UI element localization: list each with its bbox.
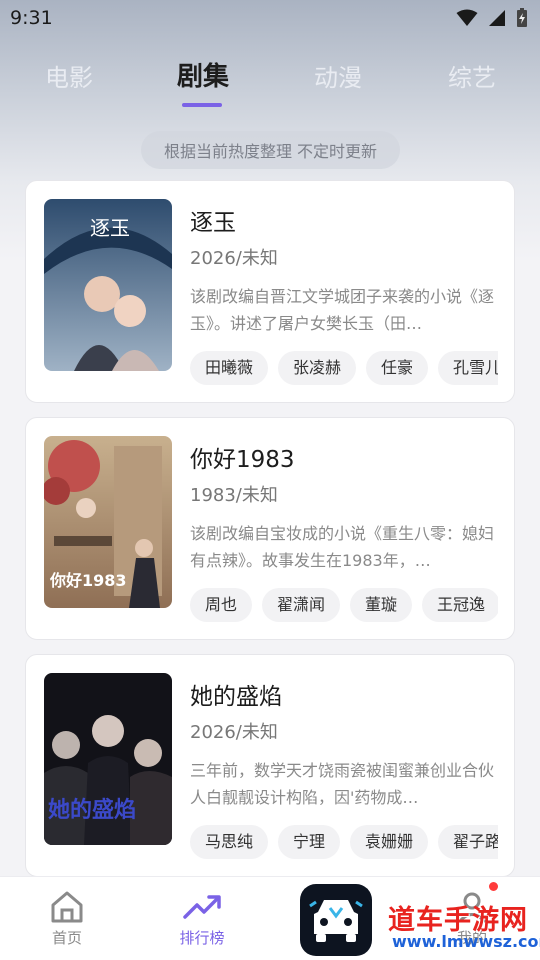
status-time: 9:31 [10, 7, 53, 29]
card-year: 2026/未知 [190, 248, 278, 269]
cast-tag[interactable]: 孔雪儿 [438, 351, 498, 385]
card-description: 该剧改编自晋江文学城团子来袭的小说《逐玉》。讲述了屠户女樊长玉（田… [190, 287, 495, 333]
poster-title: 你好1983 [49, 571, 127, 590]
app-logo [300, 884, 372, 956]
drama-card[interactable]: 她的盛焰 她的盛焰 2026/未知 三年前，数学天才饶雨瓷被闺蜜兼创业合伙人白靓… [25, 654, 515, 877]
cast-tags: 田曦薇 张凌赫 任豪 孔雪儿 [190, 351, 498, 387]
watermark-url: www.lmwwsz.com [392, 932, 540, 951]
card-year: 1983/未知 [190, 485, 278, 506]
nav-home[interactable]: 首页 [27, 889, 107, 948]
cast-tag[interactable]: 马思纯 [190, 825, 269, 859]
card-description: 三年前，数学天才饶雨瓷被闺蜜兼创业合伙人白靓靓设计构陷，因'药物成… [190, 761, 495, 807]
tab-variety[interactable]: 综艺 [448, 58, 496, 93]
trending-icon [183, 895, 221, 919]
drama-card[interactable]: 逐玉 逐玉 2026/未知 该剧改编自晋江文学城团子来袭的小说《逐玉》。讲述了屠… [25, 180, 515, 403]
car-icon [309, 900, 363, 942]
poster-image: 她的盛焰 [44, 673, 172, 845]
cast-tag[interactable]: 袁姗姗 [350, 825, 429, 859]
tab-movies[interactable]: 电影 [45, 58, 93, 93]
ranking-note: 根据当前热度整理 不定时更新 [141, 131, 400, 169]
nav-ranking-label: 排行榜 [179, 929, 225, 947]
nav-home-label: 首页 [51, 929, 82, 947]
poster-image: 逐玉 [44, 199, 172, 371]
battery-charging-icon [517, 8, 527, 27]
card-title: 她的盛焰 [190, 684, 282, 710]
nav-ranking[interactable]: 排行榜 [162, 889, 242, 948]
watermark: 道车手游网 www.lmwwsz.com [388, 898, 540, 956]
cast-tag[interactable]: 田曦薇 [190, 351, 269, 385]
home-icon [51, 891, 83, 923]
active-tab-indicator [182, 103, 222, 107]
card-title: 逐玉 [190, 210, 236, 236]
cast-tag[interactable]: 王冠逸 [422, 588, 498, 622]
card-description: 该剧改编自宝妆成的小说《重生八零：媳妇有点辣》。故事发生在1983年，… [190, 524, 495, 570]
cast-tag[interactable]: 周也 [190, 588, 253, 622]
status-bar: 9:31 [0, 0, 540, 36]
cast-tag[interactable]: 任豪 [366, 351, 429, 385]
wifi-icon [456, 9, 478, 26]
cast-tag[interactable]: 翟潇闻 [262, 588, 341, 622]
cast-tag[interactable]: 张凌赫 [278, 351, 357, 385]
notification-dot [489, 882, 498, 891]
tab-series[interactable]: 剧集 [177, 56, 229, 93]
drama-card[interactable]: 你好1983 你好1983 1983/未知 该剧改编自宝妆成的小说《重生八零：媳… [25, 417, 515, 640]
cast-tags: 马思纯 宁理 袁姗姗 翟子路 [190, 825, 498, 861]
card-year: 2026/未知 [190, 722, 278, 743]
signal-icon [489, 10, 505, 26]
cast-tag[interactable]: 董璇 [350, 588, 413, 622]
card-title: 你好1983 [190, 447, 295, 473]
poster-title: 她的盛焰 [48, 797, 136, 823]
poster-title: 逐玉 [90, 216, 130, 240]
cast-tag[interactable]: 翟子路 [438, 825, 498, 859]
cast-tags: 周也 翟潇闻 董璇 王冠逸 [190, 588, 498, 624]
poster-image: 你好1983 [44, 436, 172, 608]
category-tabs: 电影 剧集 动漫 综艺 [0, 52, 540, 102]
tab-anime[interactable]: 动漫 [314, 58, 362, 93]
cast-tag[interactable]: 宁理 [278, 825, 341, 859]
